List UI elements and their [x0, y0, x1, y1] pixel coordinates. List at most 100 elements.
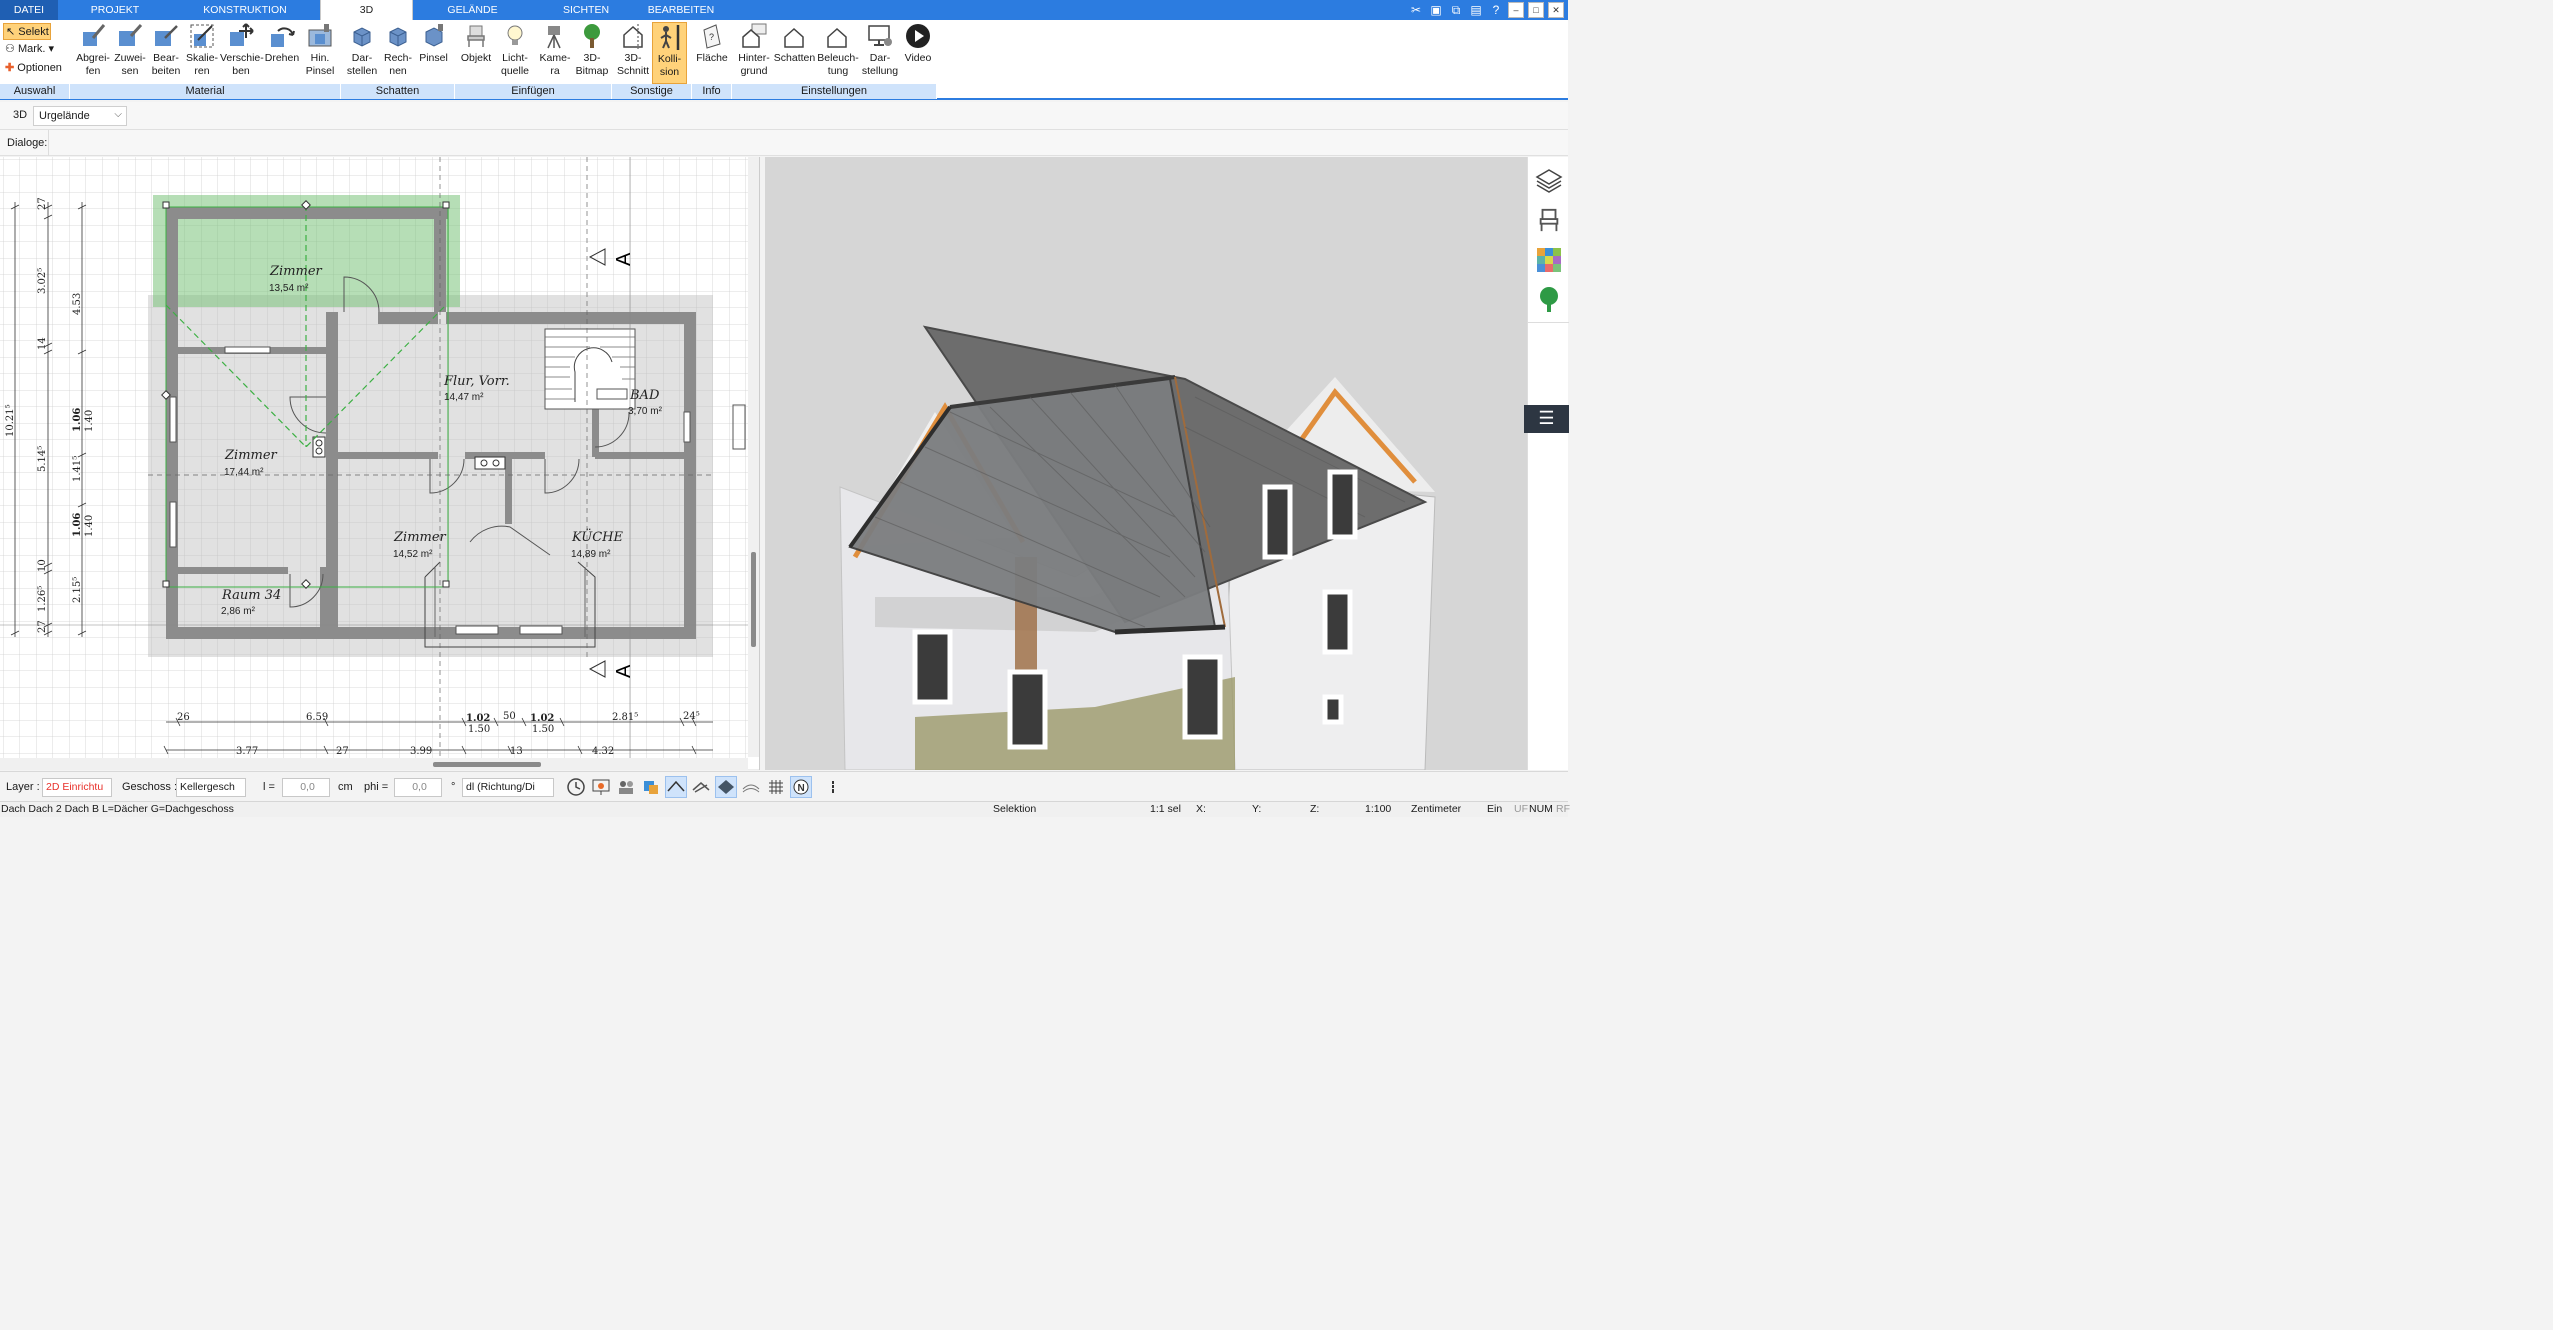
- materials-icon[interactable]: [1536, 247, 1562, 273]
- status-flag-uf: UF: [1514, 803, 1528, 815]
- tab-gelaende[interactable]: GELÄNDE: [440, 0, 505, 20]
- show-shadow-button[interactable]: Dar- stellen: [343, 22, 381, 84]
- shadow-brush-button[interactable]: Pinsel: [415, 22, 452, 84]
- tab-3d[interactable]: 3D: [320, 0, 413, 20]
- tab-datei[interactable]: DATEI: [0, 0, 58, 20]
- roof-view-icon[interactable]: [665, 776, 687, 798]
- length-input[interactable]: 0,0: [282, 778, 330, 797]
- close-button[interactable]: ✕: [1548, 2, 1564, 18]
- tab-bearbeiten[interactable]: BEARBEITEN: [645, 0, 717, 20]
- edit-material-label: Bear- beiten: [151, 52, 181, 77]
- plants-icon[interactable]: [1537, 285, 1561, 313]
- status-bar: Dach Dach 2 Dach B L=Dächer G=Dachgescho…: [0, 801, 1570, 817]
- length-unit: cm: [338, 781, 353, 793]
- tools-icon[interactable]: ✂: [1408, 2, 1424, 18]
- dimension-label: 10.21⁵: [5, 404, 16, 437]
- tab-projekt[interactable]: PROJEKT: [80, 0, 150, 20]
- tab-sichten[interactable]: SICHTEN: [555, 0, 617, 20]
- clock-icon[interactable]: [565, 776, 587, 798]
- monitor-settings-icon: [868, 25, 892, 46]
- help-icon[interactable]: ?: [1488, 2, 1504, 18]
- minimize-button[interactable]: –: [1508, 2, 1524, 18]
- layer-view-icon[interactable]: [715, 776, 737, 798]
- background-label: Hinter- grund: [738, 52, 770, 77]
- north-icon[interactable]: N: [790, 776, 812, 798]
- scale-material-icon: [190, 24, 214, 48]
- pick-material-button[interactable]: Abgrei- fen: [74, 22, 112, 84]
- horizontal-scrollbar-track[interactable]: [0, 758, 748, 770]
- assign-material-button[interactable]: Zuwei- sen: [112, 22, 148, 84]
- vertical-scrollbar-thumb[interactable]: [751, 552, 756, 647]
- hatch-icon[interactable]: [690, 776, 712, 798]
- horizontal-scrollbar-thumb[interactable]: [433, 762, 541, 767]
- grid-icon[interactable]: [765, 776, 787, 798]
- 3d-house-render: [765, 157, 1527, 770]
- restore-icon[interactable]: ⧉: [1448, 2, 1464, 18]
- monitor-icon[interactable]: [590, 776, 612, 798]
- dimension-label: 50: [503, 711, 516, 722]
- phi-unit: °: [451, 781, 456, 793]
- ribbon: ↖ Selekt ⚇ Mark. ▾ ✚ Optionen Abgrei- fe…: [0, 20, 1568, 100]
- mark-button[interactable]: ⚇ Mark. ▾: [3, 41, 54, 58]
- scale-material-label: Skalie- ren: [185, 52, 219, 77]
- layers-icon[interactable]: [1535, 167, 1563, 195]
- layer-dropdown[interactable]: 2D Einrichtu: [42, 778, 112, 797]
- tab-konstruktion[interactable]: KONSTRUKTION: [195, 0, 295, 20]
- group-auswahl: Auswahl: [0, 84, 70, 99]
- video-button[interactable]: Video: [900, 22, 936, 84]
- floor-plan-view[interactable]: A A Zimmer Flur, Vorr. BAD Zimmer Zimmer…: [0, 157, 760, 770]
- group-einstellungen: Einstellungen: [732, 84, 937, 99]
- shadow-settings-button[interactable]: Schatten: [773, 22, 816, 84]
- plus-icon: ✚: [5, 62, 15, 74]
- background-button[interactable]: Hinter- grund: [736, 22, 772, 84]
- phi-input[interactable]: 0,0: [394, 778, 442, 797]
- furniture-icon[interactable]: [1536, 207, 1562, 233]
- dimension-label: 1.40: [84, 410, 95, 432]
- object-button[interactable]: Objekt: [457, 22, 495, 84]
- options-button[interactable]: ✚ Optionen: [3, 60, 62, 77]
- area-label: Fläche: [696, 52, 728, 64]
- status-x: X:: [1196, 803, 1206, 815]
- calc-shadow-button[interactable]: Rech- nen: [381, 22, 415, 84]
- more-icon[interactable]: [822, 776, 844, 798]
- terrain-icon[interactable]: [740, 776, 762, 798]
- dimension-label: 5.14⁵: [37, 446, 48, 472]
- scale-material-button[interactable]: Skalie- ren: [184, 22, 220, 84]
- video-label: Video: [904, 52, 932, 64]
- room-area: 14,89 m²: [571, 549, 611, 560]
- display-settings-button[interactable]: Dar- stellung: [860, 22, 900, 84]
- dimension-label: 27: [336, 746, 349, 757]
- area-icon: ?: [703, 24, 721, 49]
- direction-dropdown[interactable]: dl (Richtung/Di: [462, 778, 554, 797]
- layer-select[interactable]: Urgelände ⌵: [33, 106, 127, 126]
- objects-icon[interactable]: [640, 776, 662, 798]
- dimension-label: 6.59: [306, 712, 328, 723]
- area-button[interactable]: ? Fläche: [693, 22, 731, 84]
- select-button[interactable]: ↖ Selekt: [3, 23, 51, 40]
- light-source-button[interactable]: Licht- quelle: [495, 22, 535, 84]
- length-value: 0,0: [300, 781, 315, 793]
- layer-select-value: Urgelände: [39, 110, 90, 122]
- vertical-scrollbar-track[interactable]: [748, 157, 760, 757]
- move-material-button[interactable]: Verschie- ben: [220, 22, 264, 84]
- section-label-bottom: A: [613, 664, 635, 678]
- window-icon[interactable]: ▣: [1428, 2, 1444, 18]
- maximize-button[interactable]: □: [1528, 2, 1544, 18]
- edit-material-button[interactable]: Bear- beiten: [148, 22, 184, 84]
- collision-button[interactable]: Kolli- sion: [652, 22, 687, 84]
- storey-dropdown[interactable]: Kellergesch: [176, 778, 246, 797]
- shadow-brush-label: Pinsel: [419, 52, 448, 64]
- section-3d-button[interactable]: 3D- Schnitt: [614, 22, 652, 84]
- people-icon[interactable]: [615, 776, 637, 798]
- background-brush-button[interactable]: Hin. Pinsel: [302, 22, 338, 84]
- hamburger-menu-icon[interactable]: ☰: [1524, 405, 1569, 433]
- 3d-view[interactable]: [765, 157, 1527, 770]
- room-name: Zimmer: [269, 264, 323, 279]
- assign-material-icon: [119, 23, 143, 46]
- lighting-button[interactable]: Beleuch- tung: [816, 22, 860, 84]
- rotate-material-icon: [271, 27, 295, 47]
- layout-icon[interactable]: ▤: [1468, 2, 1484, 18]
- bitmap-3d-button[interactable]: 3D- Bitmap: [574, 22, 610, 84]
- camera-button[interactable]: Kame- ra: [536, 22, 574, 84]
- rotate-material-button[interactable]: Drehen: [263, 22, 301, 84]
